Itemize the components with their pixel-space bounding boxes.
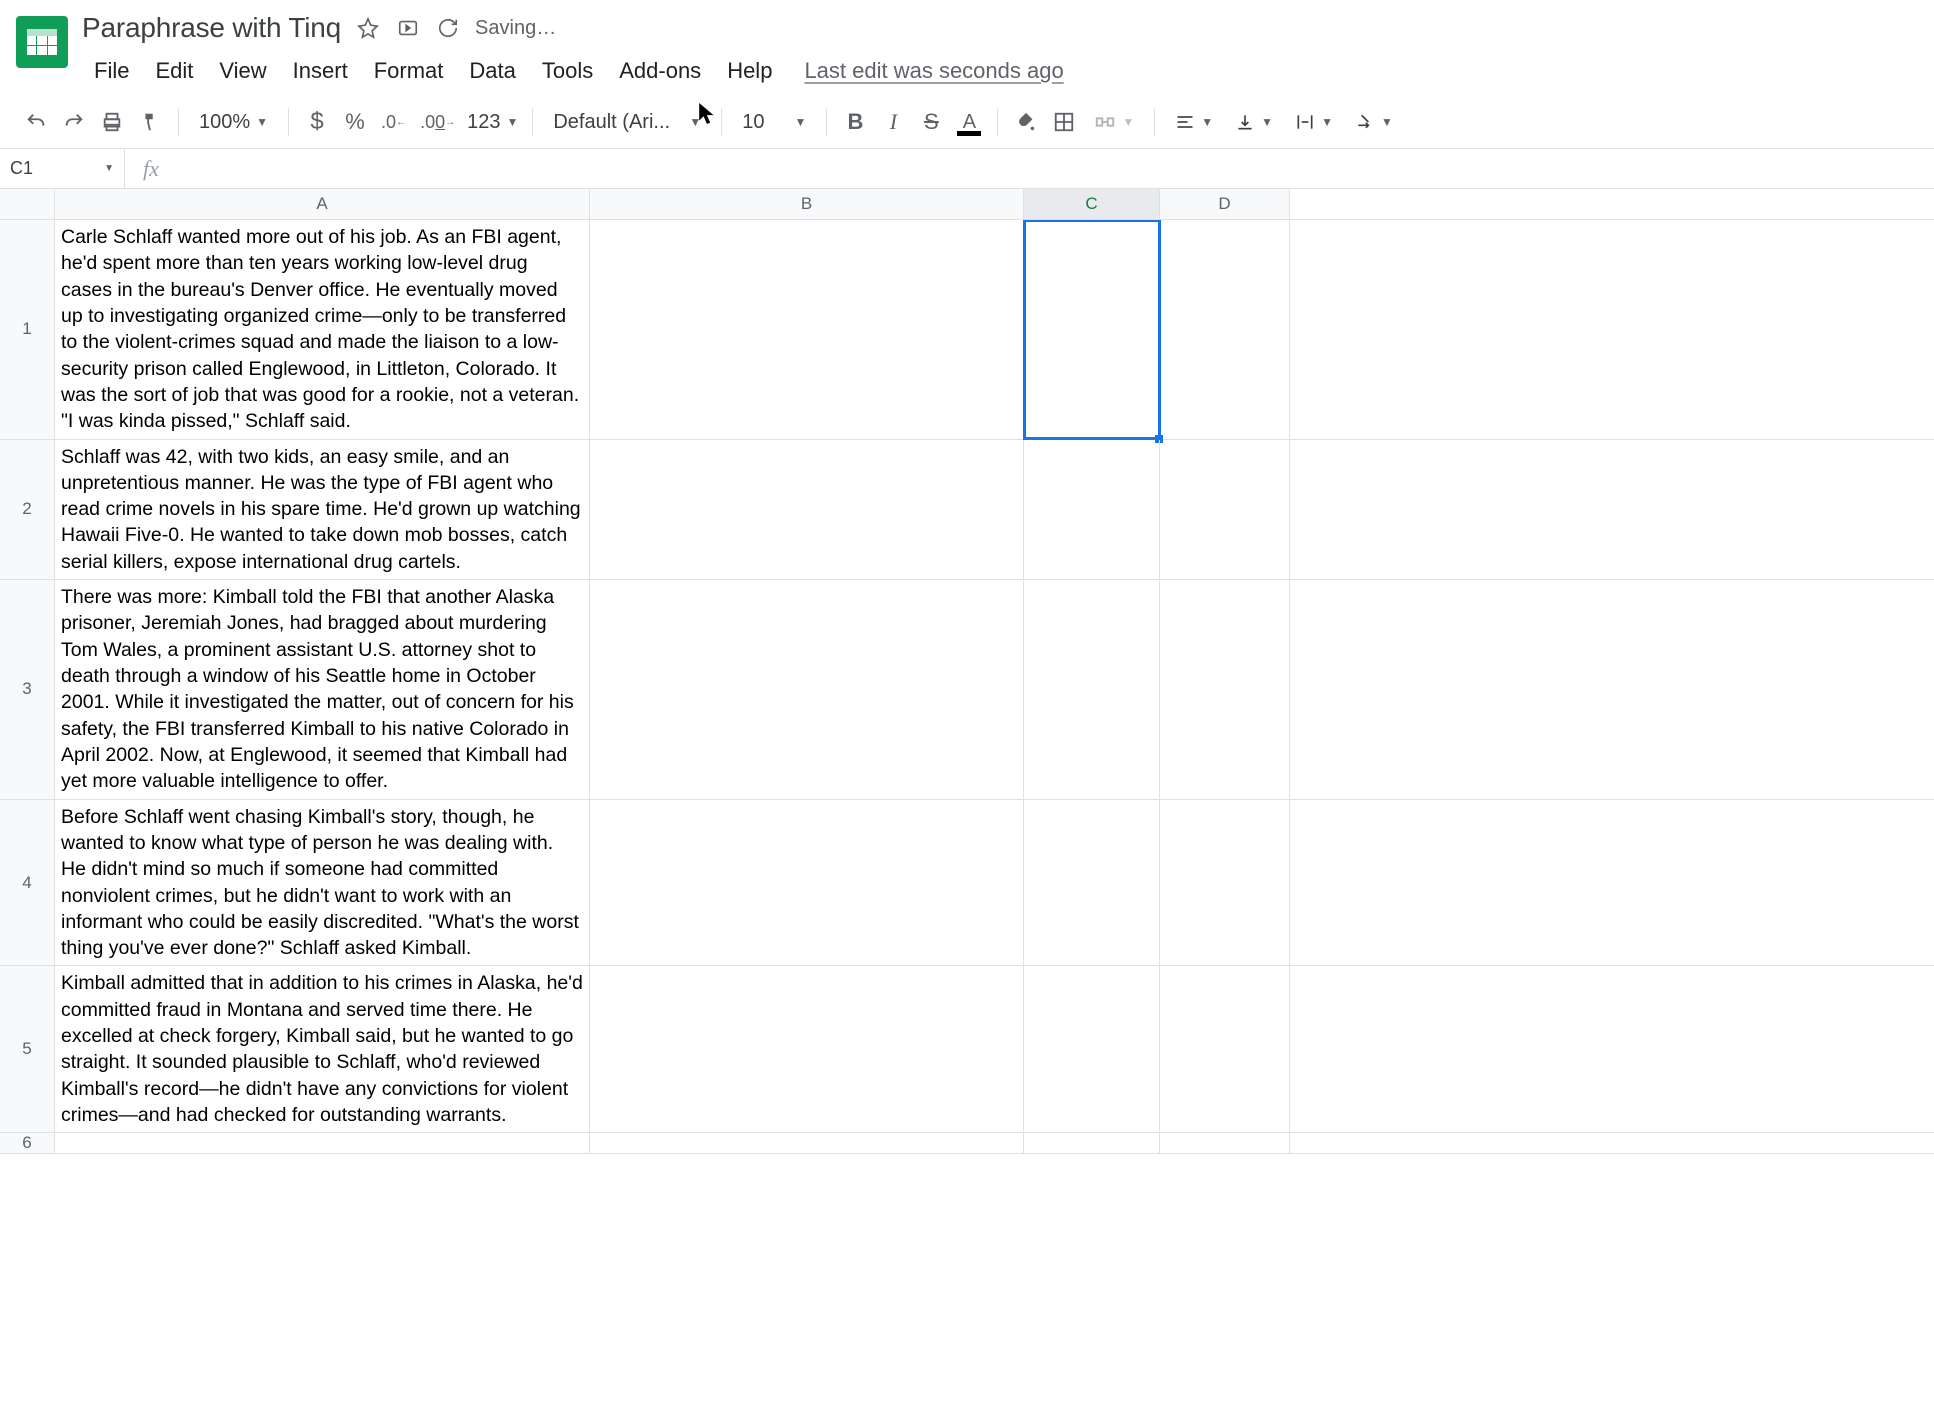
cell-d2[interactable]	[1160, 440, 1290, 580]
fx-icon: fx	[125, 156, 177, 182]
horizontal-align-button[interactable]: ▼	[1165, 102, 1223, 142]
saving-status: Saving…	[475, 17, 556, 40]
row-header[interactable]: 5	[0, 966, 55, 1132]
cell-b6[interactable]	[590, 1133, 1024, 1153]
cell-a4[interactable]: Before Schlaff went chasing Kimball's st…	[55, 800, 590, 966]
cell-d5[interactable]	[1160, 966, 1290, 1132]
currency-button[interactable]: $	[299, 102, 335, 142]
star-icon[interactable]	[355, 15, 381, 41]
font-size-select[interactable]: 10▼	[732, 102, 816, 142]
name-box[interactable]: ▼	[0, 149, 125, 188]
decrease-decimal-button[interactable]: .0←	[375, 102, 412, 142]
merge-button[interactable]: ▼	[1084, 102, 1144, 142]
bold-button[interactable]: B	[837, 102, 873, 142]
menu-edit[interactable]: Edit	[143, 54, 205, 88]
row-header[interactable]: 1	[0, 220, 55, 439]
menu-tools[interactable]: Tools	[530, 54, 605, 88]
undo-button[interactable]	[18, 102, 54, 142]
table-row: 4Before Schlaff went chasing Kimball's s…	[0, 800, 1934, 967]
increase-decimal-button[interactable]: .00→	[414, 102, 461, 142]
menu-insert[interactable]: Insert	[281, 54, 360, 88]
cell-c6[interactable]	[1024, 1133, 1160, 1153]
text-color-button[interactable]: A	[951, 102, 987, 142]
text-rotation-button[interactable]: ▼	[1345, 102, 1403, 142]
select-all-corner[interactable]	[0, 189, 55, 219]
cell-c2[interactable]	[1024, 440, 1160, 580]
row-header[interactable]: 3	[0, 580, 55, 799]
redo-button[interactable]	[56, 102, 92, 142]
last-edit-link[interactable]: Last edit was seconds ago	[804, 58, 1063, 84]
menu-file[interactable]: File	[82, 54, 141, 88]
more-formats-button[interactable]: 123▼	[463, 102, 522, 142]
menu-data[interactable]: Data	[457, 54, 527, 88]
percent-button[interactable]: %	[337, 102, 373, 142]
cell-b1[interactable]	[590, 220, 1024, 439]
text-wrap-button[interactable]: ▼	[1285, 102, 1343, 142]
column-header-d[interactable]: D	[1160, 189, 1290, 219]
row-header[interactable]: 2	[0, 440, 55, 580]
paint-format-button[interactable]	[132, 102, 168, 142]
cell-b4[interactable]	[590, 800, 1024, 966]
borders-button[interactable]	[1046, 102, 1082, 142]
menu-format[interactable]: Format	[362, 54, 456, 88]
vertical-align-button[interactable]: ▼	[1225, 102, 1283, 142]
menu-help[interactable]: Help	[715, 54, 784, 88]
table-row: 5Kimball admitted that in addition to hi…	[0, 966, 1934, 1133]
column-header-a[interactable]: A	[55, 189, 590, 219]
table-row: 6	[0, 1133, 1934, 1154]
row-header[interactable]: 6	[0, 1133, 55, 1153]
move-icon[interactable]	[395, 15, 421, 41]
cell-c3[interactable]	[1024, 580, 1160, 799]
column-header-b[interactable]: B	[590, 189, 1024, 219]
cell-c5[interactable]	[1024, 966, 1160, 1132]
font-select[interactable]: Default (Ari...▼	[543, 102, 711, 142]
cell-d4[interactable]	[1160, 800, 1290, 966]
cloud-sync-icon	[435, 15, 461, 41]
cell-a5[interactable]: Kimball admitted that in addition to his…	[55, 966, 590, 1132]
cell-d6[interactable]	[1160, 1133, 1290, 1153]
print-button[interactable]	[94, 102, 130, 142]
strikethrough-button[interactable]: S	[913, 102, 949, 142]
cell-b2[interactable]	[590, 440, 1024, 580]
menu-addons[interactable]: Add-ons	[607, 54, 713, 88]
column-header-c[interactable]: C	[1024, 189, 1160, 219]
formula-bar-input[interactable]	[177, 149, 1934, 188]
sheets-logo[interactable]	[16, 16, 68, 68]
cell-a1[interactable]: Carle Schlaff wanted more out of his job…	[55, 220, 590, 439]
table-row: 1Carle Schlaff wanted more out of his jo…	[0, 220, 1934, 440]
cell-b5[interactable]	[590, 966, 1024, 1132]
name-box-input[interactable]	[10, 158, 80, 179]
table-row: 2Schlaff was 42, with two kids, an easy …	[0, 440, 1934, 581]
fill-color-button[interactable]	[1008, 102, 1044, 142]
cell-c4[interactable]	[1024, 800, 1160, 966]
menu-view[interactable]: View	[207, 54, 278, 88]
cell-a2[interactable]: Schlaff was 42, with two kids, an easy s…	[55, 440, 590, 580]
zoom-select[interactable]: 100%▼	[189, 102, 278, 142]
document-title[interactable]: Paraphrase with Tinq	[82, 12, 341, 44]
row-header[interactable]: 4	[0, 800, 55, 966]
cell-a3[interactable]: There was more: Kimball told the FBI tha…	[55, 580, 590, 799]
cell-a6[interactable]	[55, 1133, 590, 1153]
cell-b3[interactable]	[590, 580, 1024, 799]
cell-d3[interactable]	[1160, 580, 1290, 799]
cell-d1[interactable]	[1160, 220, 1290, 439]
italic-button[interactable]: I	[875, 102, 911, 142]
cell-c1[interactable]	[1024, 220, 1160, 439]
table-row: 3There was more: Kimball told the FBI th…	[0, 580, 1934, 800]
